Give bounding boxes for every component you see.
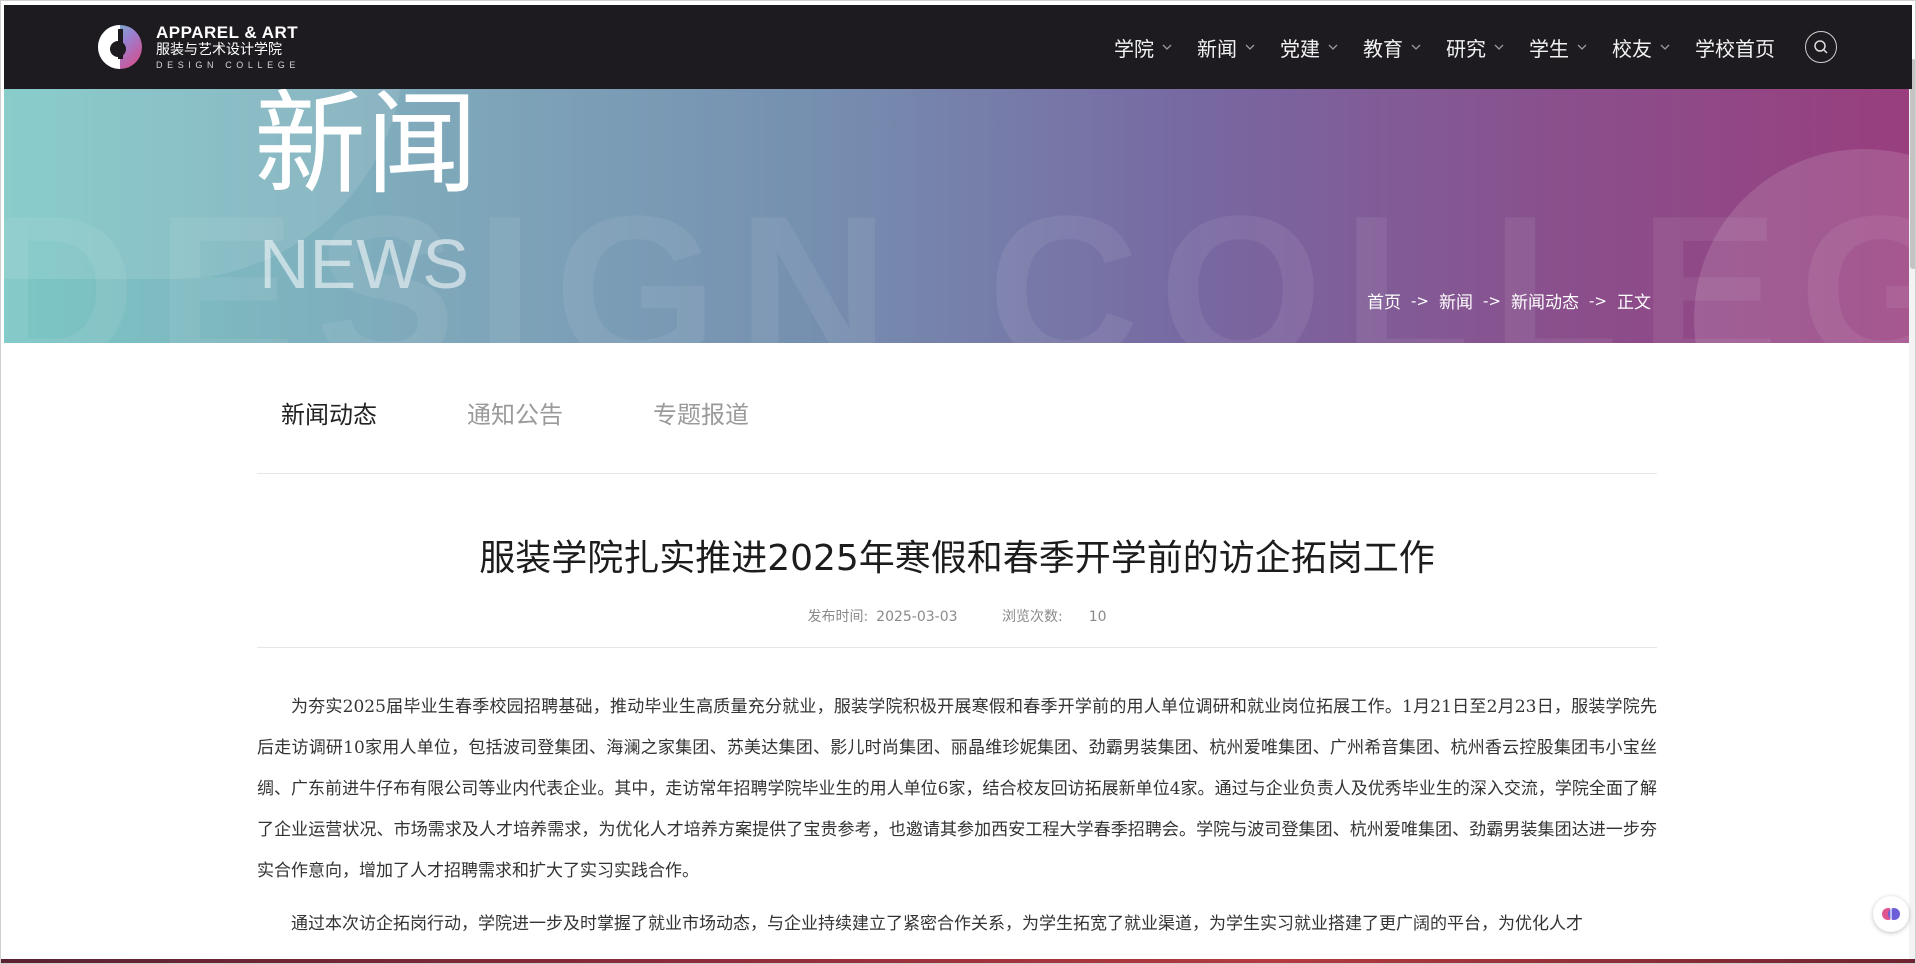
chevron-down-icon [1162, 44, 1172, 50]
divider [257, 647, 1657, 648]
chevron-down-icon [1245, 44, 1255, 50]
publish-label: 发布时间: [807, 609, 869, 625]
nav-item-education[interactable]: 教育 [1363, 33, 1422, 62]
nav-label: 党建 [1280, 36, 1320, 61]
nav-label: 新闻 [1197, 36, 1237, 61]
main-nav: 学院 新闻 党建 教育 研究 学生 校友 学校首页 [1114, 5, 1837, 89]
article-paragraph: 为夯实2025届毕业生春季校园招聘基础，推动毕业生高质量充分就业，服装学院积极开… [257, 697, 1657, 881]
nav-item-party[interactable]: 党建 [1280, 33, 1339, 62]
chevron-down-icon [1328, 44, 1338, 50]
breadcrumb-separator: -> [1588, 291, 1607, 310]
breadcrumb-news-updates[interactable]: 新闻动态 [1511, 288, 1579, 313]
nav-item-research[interactable]: 研究 [1446, 33, 1505, 62]
breadcrumb: 首页 -> 新闻 -> 新闻动态 -> 正文 [1367, 288, 1651, 314]
tab-news-updates[interactable]: 新闻动态 [281, 395, 377, 430]
bottom-edge-strip [1, 959, 1915, 963]
tab-announcements[interactable]: 通知公告 [467, 395, 563, 430]
breadcrumb-separator: -> [1482, 291, 1501, 310]
chevron-down-icon [1494, 44, 1504, 50]
nav-label: 学院 [1114, 36, 1154, 61]
banner-title: 新闻 [254, 89, 478, 210]
page-banner: DESIGN COLLEGE 新闻 NEWS 首页 -> 新闻 -> 新闻动态 … [4, 89, 1912, 343]
divider [257, 473, 1657, 474]
chevron-down-icon [1660, 44, 1670, 50]
floating-assistant-button[interactable] [1873, 896, 1909, 932]
logo-english: APPAREL & ART [156, 22, 299, 42]
chevron-down-icon [1411, 44, 1421, 50]
browser-viewport: APPAREL & ART 服装与艺术设计学院 DESIGN COLLEGE 学… [0, 0, 1916, 964]
tab-special-reports[interactable]: 专题报道 [653, 395, 749, 430]
nav-item-news[interactable]: 新闻 [1197, 33, 1256, 62]
article-paragraph: 通过本次访企拓岗行动，学院进一步及时掌握了就业市场动态，与企业持续建立了紧密合作… [291, 914, 1583, 934]
category-tabs: 新闻动态 通知公告 专题报道 [281, 395, 839, 430]
views-count: 10 [1088, 609, 1107, 625]
breadcrumb-home[interactable]: 首页 [1367, 288, 1401, 313]
breadcrumb-separator: -> [1411, 291, 1429, 310]
article-body: 为夯实2025届毕业生春季校园招聘基础，推动毕业生高质量充分就业，服装学院积极开… [257, 687, 1657, 957]
brain-icon [1882, 908, 1900, 920]
nav-label: 教育 [1363, 36, 1403, 61]
breadcrumb-news[interactable]: 新闻 [1439, 288, 1473, 313]
scrollbar-thumb[interactable] [1910, 59, 1915, 269]
article-meta: 发布时间: 2025-03-03 浏览次数: 10 [257, 606, 1657, 626]
publish-date: 2025-03-03 [876, 609, 958, 625]
search-icon [1814, 40, 1828, 54]
logo-mark-icon [96, 23, 144, 71]
nav-label: 研究 [1446, 36, 1486, 61]
college-logo[interactable]: APPAREL & ART 服装与艺术设计学院 DESIGN COLLEGE [96, 23, 300, 71]
nav-item-college[interactable]: 学院 [1114, 33, 1173, 62]
nav-item-alumni[interactable]: 校友 [1612, 33, 1671, 62]
search-button[interactable] [1805, 31, 1837, 63]
nav-item-students[interactable]: 学生 [1529, 33, 1588, 62]
chevron-down-icon [1577, 44, 1587, 50]
nav-label: 校友 [1612, 36, 1652, 61]
logo-subtitle: DESIGN COLLEGE [156, 60, 300, 71]
article-title: 服装学院扎实推进2025年寒假和春季开学前的访企拓岗工作 [479, 538, 1435, 579]
nav-label: 学生 [1529, 36, 1569, 61]
top-navigation-bar: APPAREL & ART 服装与艺术设计学院 DESIGN COLLEGE 学… [4, 5, 1912, 89]
nav-item-school-home[interactable]: 学校首页 [1695, 33, 1775, 62]
breadcrumb-current: 正文 [1616, 293, 1651, 313]
views-label: 浏览次数: [1002, 609, 1063, 625]
banner-subtitle: NEWS [259, 225, 469, 303]
logo-chinese: 服装与艺术设计学院 [156, 42, 282, 59]
